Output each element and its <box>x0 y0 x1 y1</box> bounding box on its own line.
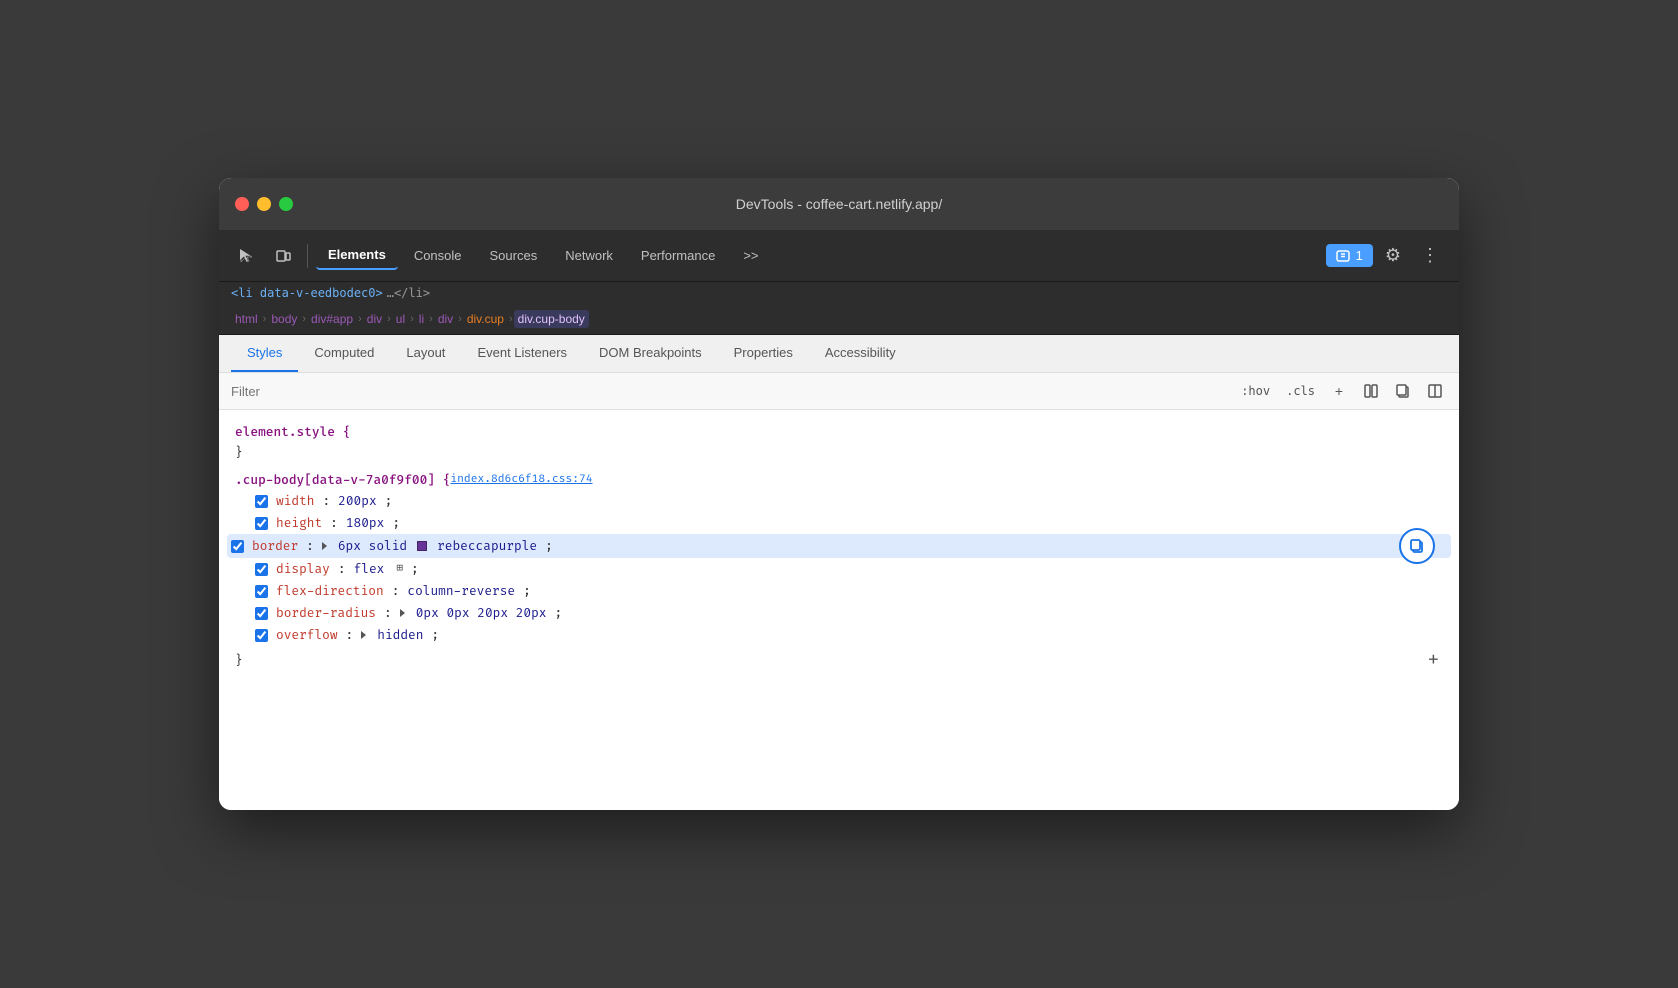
breadcrumb-divcupbody[interactable]: div.cup-body <box>514 310 589 328</box>
layout-icon[interactable] <box>1423 379 1447 403</box>
issues-badge[interactable]: 1 <box>1326 244 1373 267</box>
tab-sources[interactable]: Sources <box>478 242 550 269</box>
tab-accessibility[interactable]: Accessibility <box>809 335 912 372</box>
traffic-lights <box>235 197 293 211</box>
tab-console[interactable]: Console <box>402 242 474 269</box>
border-radius-expand-icon[interactable] <box>400 609 405 617</box>
breadcrumb-li[interactable]: li <box>415 310 428 328</box>
overflow-checkbox[interactable] <box>255 629 268 642</box>
width-checkbox[interactable] <box>255 495 268 508</box>
breadcrumb-divapp[interactable]: div#app <box>307 310 357 328</box>
css-rule-display: display : flex ⊞ ; <box>255 558 1443 580</box>
breadcrumb-ul[interactable]: ul <box>392 310 409 328</box>
css-value-border-radius[interactable]: 0px 0px 20px 20px <box>416 603 547 623</box>
css-rule-width: width : 200px ; <box>255 490 1443 512</box>
element-code: <li data-v-eedbodec0> <box>231 286 383 300</box>
border-radius-checkbox[interactable] <box>255 607 268 620</box>
display-checkbox[interactable] <box>255 563 268 576</box>
breadcrumb-div2[interactable]: div <box>434 310 457 328</box>
css-prop-border-radius[interactable]: border-radius <box>276 603 376 623</box>
css-rule-flex-direction: flex-direction : column-reverse ; <box>255 580 1443 602</box>
css-prop-border[interactable]: border <box>252 536 298 556</box>
tab-event-listeners[interactable]: Event Listeners <box>461 335 583 372</box>
tab-styles[interactable]: Styles <box>231 335 298 372</box>
border-expand-icon[interactable] <box>322 542 327 550</box>
element-code-bar: <li data-v-eedbodec0> …</li> <box>219 282 1459 304</box>
css-rule-border-radius: border-radius : 0px 0px 20px 20px ; <box>255 602 1443 624</box>
flex-grid-icon[interactable]: ⊞ <box>396 560 403 578</box>
border-checkbox[interactable] <box>231 540 244 553</box>
tab-dom-breakpoints[interactable]: DOM Breakpoints <box>583 335 718 372</box>
tab-elements[interactable]: Elements <box>316 241 398 270</box>
breadcrumb-divcup[interactable]: div.cup <box>463 310 508 328</box>
color-swatch-rebeccapurple[interactable] <box>417 541 427 551</box>
element-style-close: } <box>235 442 1443 462</box>
breadcrumb-html[interactable]: html <box>231 310 262 328</box>
element-style-rule: element.style { } <box>235 422 1443 462</box>
tab-computed[interactable]: Computed <box>298 335 390 372</box>
closing-brace-line: } + <box>235 646 1443 675</box>
tab-performance[interactable]: Performance <box>629 242 727 269</box>
css-prop-height[interactable]: height <box>276 513 322 533</box>
cup-body-selector-line: .cup-body[data-v-7a0f9f00] { index.8d6c6… <box>235 470 1443 490</box>
add-style-icon[interactable]: + <box>1327 379 1351 403</box>
panel-tabs: Styles Computed Layout Event Listeners D… <box>219 335 1459 373</box>
device-toolbar-icon[interactable] <box>267 240 299 272</box>
maximize-button[interactable] <box>279 197 293 211</box>
filter-input[interactable] <box>231 384 1229 399</box>
hov-button[interactable]: :hov <box>1237 382 1274 400</box>
tab-network[interactable]: Network <box>553 242 625 269</box>
css-prop-overflow[interactable]: overflow <box>276 625 338 645</box>
css-value-border-color[interactable]: rebeccapurple <box>437 536 537 556</box>
toolbar-divider-1 <box>307 244 308 268</box>
height-checkbox[interactable] <box>255 517 268 530</box>
css-rule-overflow: overflow : hidden ; <box>255 624 1443 646</box>
css-value-flex-direction[interactable]: column-reverse <box>407 581 515 601</box>
tab-properties[interactable]: Properties <box>718 335 809 372</box>
breadcrumb: html › body › div#app › div › ul › li › … <box>219 304 1459 335</box>
css-value-width[interactable]: 200px <box>338 491 376 511</box>
file-link[interactable]: index.8d6c6f18.css:74 <box>450 471 592 489</box>
badge-count: 1 <box>1356 248 1363 263</box>
main-toolbar: Elements Console Sources Network Perform… <box>219 230 1459 282</box>
css-value-height[interactable]: 180px <box>346 513 384 533</box>
window-title: DevTools - coffee-cart.netlify.app/ <box>736 196 942 212</box>
cls-button[interactable]: .cls <box>1282 382 1319 400</box>
css-value-display[interactable]: flex <box>354 559 385 579</box>
css-value-overflow[interactable]: hidden <box>377 625 423 645</box>
more-options-icon[interactable]: ⋮ <box>1413 241 1447 270</box>
copy-icon[interactable] <box>1391 379 1415 403</box>
settings-icon[interactable]: ⚙ <box>1377 241 1409 270</box>
breadcrumb-body[interactable]: body <box>267 310 301 328</box>
cup-body-selector: .cup-body[data-v-7a0f9f00] { <box>235 470 450 490</box>
title-bar: DevTools - coffee-cart.netlify.app/ <box>219 178 1459 230</box>
overflow-expand-icon[interactable] <box>361 631 366 639</box>
css-prop-display[interactable]: display <box>276 559 330 579</box>
element-style-selector: element.style { <box>235 422 1443 442</box>
element-ellipsis: …</li> <box>387 286 430 300</box>
css-value-border-size[interactable]: 6px solid <box>338 536 407 556</box>
css-rule-border: border : 6px solid rebeccapurple ; <box>227 534 1451 558</box>
close-button[interactable] <box>235 197 249 211</box>
breadcrumb-div[interactable]: div <box>363 310 386 328</box>
minimize-button[interactable] <box>257 197 271 211</box>
toggle-sidebar-icon[interactable] <box>1359 379 1383 403</box>
css-prop-flex-direction[interactable]: flex-direction <box>276 581 384 601</box>
css-prop-width[interactable]: width <box>276 491 314 511</box>
cup-body-rule: .cup-body[data-v-7a0f9f00] { index.8d6c6… <box>235 470 1443 675</box>
inspect-element-icon[interactable] <box>231 240 263 272</box>
devtools-window: DevTools - coffee-cart.netlify.app/ Elem… <box>219 178 1459 810</box>
css-rule-height: height : 180px ; <box>255 512 1443 534</box>
styles-toolbar: :hov .cls + <box>219 373 1459 410</box>
tab-layout[interactable]: Layout <box>390 335 461 372</box>
closing-brace: } <box>235 650 243 670</box>
add-rule-button[interactable]: + <box>1424 646 1443 675</box>
styles-panel: element.style { } .cup-body[data-v-7a0f9… <box>219 410 1459 810</box>
copy-property-button[interactable] <box>1399 528 1435 564</box>
tab-more[interactable]: >> <box>731 242 770 269</box>
flex-direction-checkbox[interactable] <box>255 585 268 598</box>
